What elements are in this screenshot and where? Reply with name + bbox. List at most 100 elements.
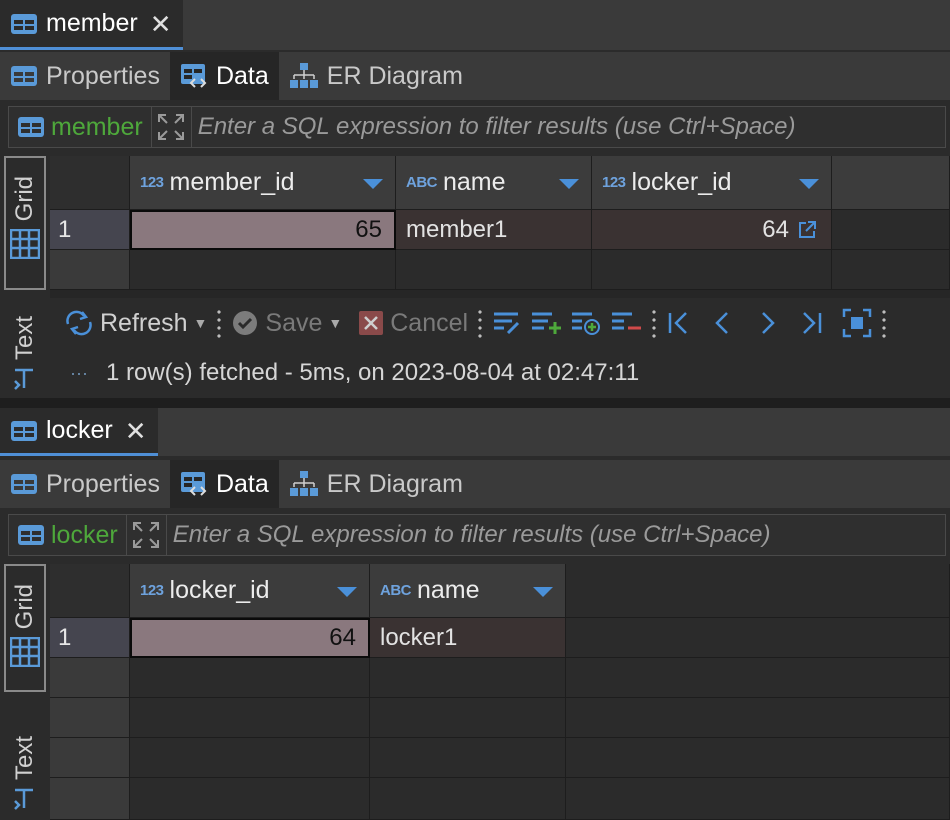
close-icon[interactable]: ✕ bbox=[150, 11, 172, 37]
chevron-down-icon[interactable]: ▼ bbox=[328, 315, 342, 331]
filter-bar: member bbox=[8, 106, 946, 148]
filter-table-label[interactable]: locker bbox=[9, 515, 127, 555]
cancel-label: Cancel bbox=[390, 308, 469, 337]
column-name: name bbox=[443, 168, 506, 196]
editor-tab-locker[interactable]: locker ✕ bbox=[0, 408, 159, 456]
data-grid-icon bbox=[180, 472, 207, 496]
cell-locker-id[interactable]: 64 bbox=[130, 618, 370, 658]
sort-dropdown-icon[interactable] bbox=[533, 586, 553, 597]
cell-name[interactable]: locker1 bbox=[370, 618, 566, 658]
tab-text[interactable]: Text bbox=[4, 714, 46, 814]
cancel-button[interactable]: Cancel bbox=[354, 303, 472, 343]
refresh-button[interactable]: Refresh ▼ bbox=[60, 303, 211, 343]
cell-member-id[interactable]: 65 bbox=[130, 210, 396, 250]
empty-cell bbox=[566, 738, 950, 778]
cell-name[interactable]: member1 bbox=[396, 210, 592, 250]
table-icon bbox=[18, 525, 44, 545]
editor-tab-label: member bbox=[46, 9, 138, 37]
column-header-name[interactable]: ABC name bbox=[396, 156, 592, 210]
column-name: locker_id bbox=[169, 576, 270, 604]
grid-toolbar: Refresh ▼ Save ▼ Cancel bbox=[50, 300, 950, 346]
previous-page-button[interactable] bbox=[706, 303, 740, 343]
tab-properties[interactable]: Properties bbox=[0, 460, 170, 508]
empty-cell bbox=[130, 738, 370, 778]
cancel-x-icon bbox=[359, 311, 384, 335]
table-row[interactable]: 1 65 member1 64 bbox=[50, 210, 950, 250]
empty-row bbox=[50, 250, 950, 290]
type-numeric-key-icon: 123 bbox=[140, 582, 164, 599]
empty-cell bbox=[130, 778, 370, 820]
panels-toggle-button[interactable] bbox=[838, 303, 876, 343]
copy-row-icon bbox=[572, 312, 601, 335]
open-reference-icon[interactable] bbox=[797, 220, 817, 240]
column-header-name[interactable]: ABC name bbox=[370, 564, 566, 618]
close-icon[interactable]: ✕ bbox=[125, 418, 147, 444]
empty-row bbox=[50, 658, 950, 698]
first-page-button[interactable] bbox=[662, 303, 696, 343]
copy-row-button[interactable] bbox=[566, 303, 606, 343]
row-number bbox=[50, 698, 130, 738]
expand-icon[interactable] bbox=[127, 515, 167, 555]
toolbar-separator bbox=[882, 308, 887, 338]
column-header-member-id[interactable]: 123 member_id bbox=[130, 156, 396, 210]
row-number bbox=[50, 778, 130, 820]
grid-header-row: 123 member_id ABC name 123 locker_id bbox=[50, 156, 950, 210]
expand-icon[interactable] bbox=[152, 107, 192, 147]
table-row[interactable]: 1 64 locker1 bbox=[50, 618, 950, 658]
row-number[interactable]: 1 bbox=[50, 618, 130, 658]
delete-row-button[interactable] bbox=[606, 303, 646, 343]
refresh-label: Refresh bbox=[100, 308, 188, 337]
column-name: locker_id bbox=[631, 168, 732, 196]
last-page-button[interactable] bbox=[794, 303, 828, 343]
sort-dropdown-icon[interactable] bbox=[337, 586, 357, 597]
grid-label: Grid bbox=[11, 584, 38, 630]
row-number[interactable]: 1 bbox=[50, 210, 130, 250]
toolbar-separator bbox=[478, 308, 483, 338]
column-header-locker-id[interactable]: 123 locker_id bbox=[130, 564, 370, 618]
results-grid: 123 member_id ABC name 123 locker_id 1 6… bbox=[50, 156, 950, 298]
filter-input[interactable] bbox=[166, 515, 945, 555]
edit-row-button[interactable] bbox=[488, 303, 526, 343]
tab-data[interactable]: Data bbox=[169, 460, 279, 508]
filter-table-name: locker bbox=[51, 520, 118, 549]
empty-row bbox=[50, 738, 950, 778]
row-filler bbox=[566, 618, 950, 658]
tab-data[interactable]: Data bbox=[169, 52, 279, 100]
filter-table-label[interactable]: member bbox=[9, 107, 152, 147]
tab-er-diagram[interactable]: ER Diagram bbox=[279, 460, 473, 508]
status-text: 1 row(s) fetched - 5ms, on 2023-08-04 at… bbox=[105, 359, 640, 386]
save-button[interactable]: Save ▼ bbox=[227, 303, 346, 343]
tab-label: Properties bbox=[46, 61, 160, 90]
editor-tabbar: locker ✕ bbox=[0, 408, 950, 456]
column-name: name bbox=[417, 576, 480, 604]
add-row-button[interactable] bbox=[526, 303, 566, 343]
status-bar: ··· 1 row(s) fetched - 5ms, on 2023-08-0… bbox=[70, 352, 639, 394]
column-header-locker-id[interactable]: 123 locker_id bbox=[592, 156, 832, 210]
tab-grid[interactable]: Grid bbox=[4, 156, 46, 290]
cell-locker-id[interactable]: 64 bbox=[592, 210, 832, 250]
tab-label: Data bbox=[215, 469, 269, 498]
locker-panel: locker ✕ Properties Data ER Diagram lock… bbox=[0, 408, 950, 820]
filter-bar: locker bbox=[8, 514, 946, 556]
sort-dropdown-icon[interactable] bbox=[559, 178, 579, 189]
tab-grid[interactable]: Grid bbox=[4, 564, 46, 692]
tab-er-diagram[interactable]: ER Diagram bbox=[279, 52, 473, 100]
tab-label: ER Diagram bbox=[326, 61, 463, 90]
editor-tab-member[interactable]: member ✕ bbox=[0, 0, 184, 50]
sort-dropdown-icon[interactable] bbox=[363, 178, 383, 189]
next-page-button[interactable] bbox=[750, 303, 784, 343]
er-diagram-icon bbox=[289, 471, 318, 496]
chevron-down-icon[interactable]: ▼ bbox=[194, 315, 208, 331]
empty-cell bbox=[592, 250, 832, 290]
empty-cell bbox=[130, 698, 370, 738]
sort-dropdown-icon[interactable] bbox=[799, 178, 819, 189]
chevron-left-icon bbox=[715, 312, 728, 334]
empty-cell bbox=[396, 250, 592, 290]
tab-properties[interactable]: Properties bbox=[0, 52, 170, 100]
corner-cell bbox=[50, 156, 130, 210]
filter-input[interactable] bbox=[191, 107, 945, 147]
type-text-icon: ABC bbox=[406, 174, 438, 191]
tab-text[interactable]: Text bbox=[4, 302, 46, 398]
editor-tabbar: member ✕ bbox=[0, 0, 950, 50]
edit-row-icon bbox=[494, 312, 520, 335]
